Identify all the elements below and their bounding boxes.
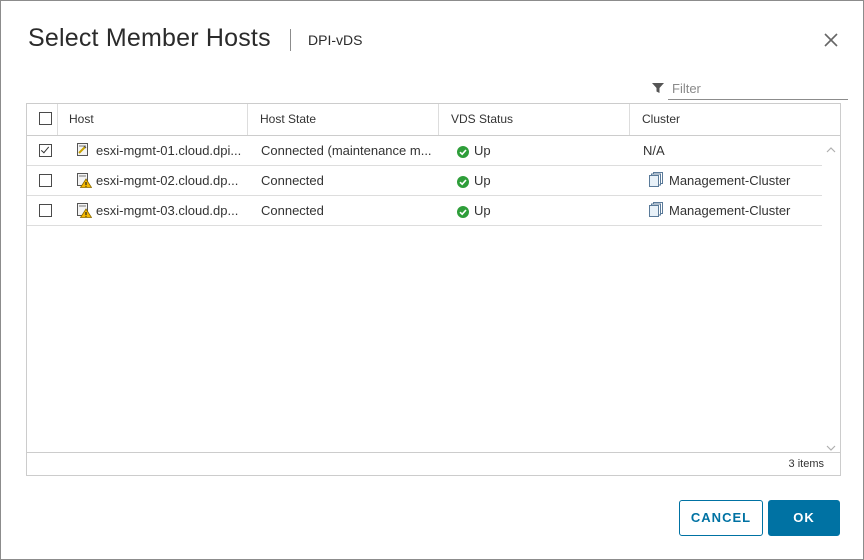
hosts-table: Host Host State VDS Status Cluster esxi-… [26, 103, 841, 476]
host-name[interactable]: esxi-mgmt-01.cloud.dpi... [96, 136, 242, 165]
column-divider [438, 104, 439, 135]
column-divider [247, 104, 248, 135]
host-state: Connected [261, 203, 324, 218]
ok-button[interactable]: OK [768, 500, 840, 536]
select-all-checkbox[interactable] [39, 112, 52, 125]
row-checkbox[interactable] [39, 204, 52, 217]
chevron-up-icon[interactable] [826, 141, 836, 153]
vds-status: Up [474, 173, 491, 188]
close-icon[interactable] [821, 30, 841, 50]
cluster-icon [649, 172, 663, 187]
vds-status: Up [474, 143, 491, 158]
table-row[interactable]: esxi-mgmt-03.cloud.dp... Connected Up Ma… [27, 196, 822, 226]
column-divider [57, 104, 58, 135]
host-name[interactable]: esxi-mgmt-03.cloud.dp... [96, 196, 242, 225]
cluster-name: N/A [643, 143, 665, 158]
host-warning-icon [76, 202, 93, 218]
host-name[interactable]: esxi-mgmt-02.cloud.dp... [96, 166, 242, 195]
title-divider [290, 29, 291, 51]
check-circle-icon [457, 205, 469, 218]
check-circle-icon [457, 175, 469, 188]
cluster-name[interactable]: Management-Cluster [669, 196, 819, 225]
host-warning-icon [76, 172, 93, 188]
column-divider [629, 104, 630, 135]
cluster-name[interactable]: Management-Cluster [669, 166, 819, 195]
column-header-host[interactable]: Host [69, 104, 94, 135]
column-header-host-state[interactable]: Host State [260, 104, 316, 135]
row-checkbox[interactable] [39, 144, 52, 157]
cluster-icon [649, 202, 663, 217]
cancel-button[interactable]: CANCEL [679, 500, 763, 536]
dialog-subtitle: DPI-vDS [308, 32, 363, 48]
check-circle-icon [457, 145, 469, 158]
dialog-title: Select Member Hosts [28, 24, 271, 52]
table-scrollbar[interactable] [822, 136, 840, 452]
table-row[interactable]: esxi-mgmt-01.cloud.dpi... Connected (mai… [27, 136, 822, 166]
filter-input[interactable] [668, 77, 848, 100]
filter-icon [651, 81, 665, 95]
host-maintenance-icon [76, 142, 90, 158]
chevron-down-icon[interactable] [826, 439, 836, 451]
table-row[interactable]: esxi-mgmt-02.cloud.dp... Connected Up Ma… [27, 166, 822, 196]
host-state: Connected (maintenance m... [261, 143, 432, 158]
table-header: Host Host State VDS Status Cluster [27, 104, 840, 136]
table-footer: 3 items [27, 452, 840, 476]
vds-status: Up [474, 203, 491, 218]
select-member-hosts-dialog: Select Member Hosts DPI-vDS Host Host St… [0, 0, 864, 560]
row-checkbox[interactable] [39, 174, 52, 187]
host-state: Connected [261, 173, 324, 188]
column-header-vds-status[interactable]: VDS Status [451, 104, 513, 135]
column-header-cluster[interactable]: Cluster [642, 104, 680, 135]
item-count: 3 items [788, 458, 824, 470]
